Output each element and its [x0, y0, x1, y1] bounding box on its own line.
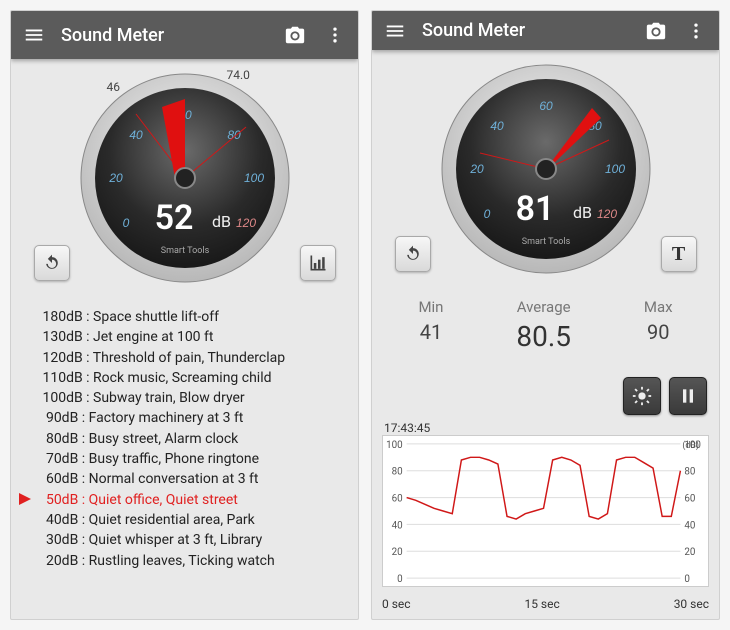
gauge-dial: 0 20 40 60 80 100 120 81 dB Smart Tools [437, 60, 655, 278]
svg-text:80: 80 [684, 467, 695, 478]
db-level-row: 60dB : Normal conversation at 3 ft [39, 469, 338, 489]
db-level-text: 100dB : Subway train, Blow dryer [39, 390, 245, 406]
menu-icon[interactable] [382, 18, 408, 44]
db-level-row: 70dB : Busy traffic, Phone ringtone [39, 449, 338, 469]
x-label-0: 0 sec [382, 597, 411, 611]
history-chart: 002020404060608080100100(dB) [382, 435, 709, 587]
chart-button[interactable] [300, 245, 336, 281]
db-level-text: 20dB : Rustling leaves, Ticking watch [39, 553, 275, 569]
db-level-text: 60dB : Normal conversation at 3 ft [39, 471, 259, 487]
x-label-2: 30 sec [674, 597, 709, 611]
db-level-text: 80dB : Busy street, Alarm clock [39, 431, 238, 447]
pause-button[interactable] [669, 377, 707, 415]
menu-icon[interactable] [21, 22, 47, 48]
brightness-button[interactable] [623, 377, 661, 415]
stat-avg: Average 80.5 [516, 298, 571, 353]
stat-min: Min 41 [418, 298, 443, 353]
svg-text:80: 80 [392, 467, 403, 478]
svg-text:40: 40 [129, 128, 143, 142]
svg-text:100: 100 [243, 171, 263, 185]
overflow-icon[interactable] [322, 22, 348, 48]
svg-text:0: 0 [397, 574, 403, 585]
reset-button[interactable] [34, 245, 70, 281]
stat-min-label: Min [418, 298, 443, 316]
chart-x-labels: 0 sec 15 sec 30 sec [372, 595, 719, 619]
text-mode-button[interactable]: T [661, 236, 697, 272]
db-level-row: 90dB : Factory machinery at 3 ft [39, 408, 338, 428]
camera-icon[interactable] [282, 22, 308, 48]
db-level-text: 70dB : Busy traffic, Phone ringtone [39, 451, 259, 467]
db-level-row: 180dB : Space shuttle lift-off [39, 307, 338, 327]
db-level-row: 110dB : Rock music, Screaming child [39, 368, 338, 388]
db-reference-list: 180dB : Space shuttle lift-off 130dB : J… [11, 287, 358, 571]
db-level-row: 130dB : Jet engine at 100 ft [39, 327, 338, 347]
db-level-row: 20dB : Rustling leaves, Ticking watch [39, 551, 338, 571]
svg-text:dB: dB [212, 212, 231, 231]
svg-text:Smart Tools: Smart Tools [521, 237, 570, 247]
db-level-row: 120dB : Threshold of pain, Thunderclap [39, 348, 338, 368]
svg-text:20: 20 [684, 547, 695, 558]
svg-text:40: 40 [490, 119, 504, 133]
phone-right: Sound Meter [371, 10, 720, 620]
svg-text:40: 40 [684, 520, 695, 531]
db-level-row: 100dB : Subway train, Blow dryer [39, 388, 338, 408]
app-bar: Sound Meter [11, 11, 358, 59]
svg-text:120: 120 [235, 216, 255, 230]
svg-text:(dB): (dB) [682, 440, 699, 451]
svg-text:dB: dB [573, 203, 592, 222]
db-level-text: 130dB : Jet engine at 100 ft [39, 329, 213, 345]
gauge-area: 0 20 40 60 80 100 120 81 dB Smart Tools [372, 50, 719, 278]
db-level-row: 50dB : Quiet office, Quiet street [39, 490, 338, 510]
stat-min-value: 41 [418, 320, 443, 344]
svg-text:60: 60 [684, 494, 695, 505]
x-label-1: 15 sec [524, 597, 559, 611]
svg-text:60: 60 [539, 99, 553, 113]
svg-text:0: 0 [684, 574, 690, 585]
db-level-text: 90dB : Factory machinery at 3 ft [39, 410, 243, 426]
stat-max-label: Max [644, 298, 673, 316]
db-level-text: 40dB : Quiet residential area, Park [39, 512, 255, 528]
db-level-row: 40dB : Quiet residential area, Park [39, 510, 338, 530]
gauge-area: 0 20 40 60 80 100 120 52 dB [11, 59, 358, 287]
svg-text:0: 0 [122, 216, 129, 230]
db-level-row: 30dB : Quiet whisper at 3 ft, Library [39, 530, 338, 550]
app-title: Sound Meter [61, 25, 268, 46]
app-title: Sound Meter [422, 20, 629, 41]
chart-timestamp: 17:43:45 [372, 421, 719, 435]
db-level-text: 110dB : Rock music, Screaming child [39, 370, 272, 386]
stat-avg-value: 80.5 [516, 320, 571, 353]
svg-text:100: 100 [604, 162, 624, 176]
db-level-text: 180dB : Space shuttle lift-off [39, 309, 219, 325]
svg-text:20: 20 [469, 162, 484, 176]
stat-avg-label: Average [516, 298, 571, 316]
svg-text:40: 40 [392, 520, 403, 531]
stats-row: Min 41 Average 80.5 Max 90 [372, 278, 719, 377]
svg-text:60: 60 [392, 494, 403, 505]
stat-max-value: 90 [644, 320, 673, 344]
camera-icon[interactable] [643, 18, 669, 44]
db-level-text: 30dB : Quiet whisper at 3 ft, Library [39, 532, 262, 548]
svg-text:20: 20 [108, 171, 123, 185]
app-bar: Sound Meter [372, 11, 719, 50]
db-level-text: 120dB : Threshold of pain, Thunderclap [39, 350, 285, 366]
svg-text:0: 0 [483, 207, 490, 221]
gauge-dial: 0 20 40 60 80 100 120 52 dB [76, 69, 294, 287]
current-level-pointer-icon [19, 493, 31, 505]
chart-controls [372, 377, 719, 421]
svg-text:52: 52 [154, 198, 193, 238]
phone-left: Sound Meter [10, 10, 359, 620]
svg-text:20: 20 [392, 547, 403, 558]
svg-text:80: 80 [227, 128, 241, 142]
reset-button[interactable] [395, 236, 431, 272]
svg-text:100: 100 [386, 440, 403, 451]
db-level-text: 50dB : Quiet office, Quiet street [39, 492, 238, 508]
svg-text:120: 120 [596, 207, 616, 221]
svg-text:81: 81 [515, 189, 554, 229]
svg-text:Smart Tools: Smart Tools [160, 246, 209, 256]
db-level-row: 80dB : Busy street, Alarm clock [39, 429, 338, 449]
stat-max: Max 90 [644, 298, 673, 353]
overflow-icon[interactable] [683, 18, 709, 44]
